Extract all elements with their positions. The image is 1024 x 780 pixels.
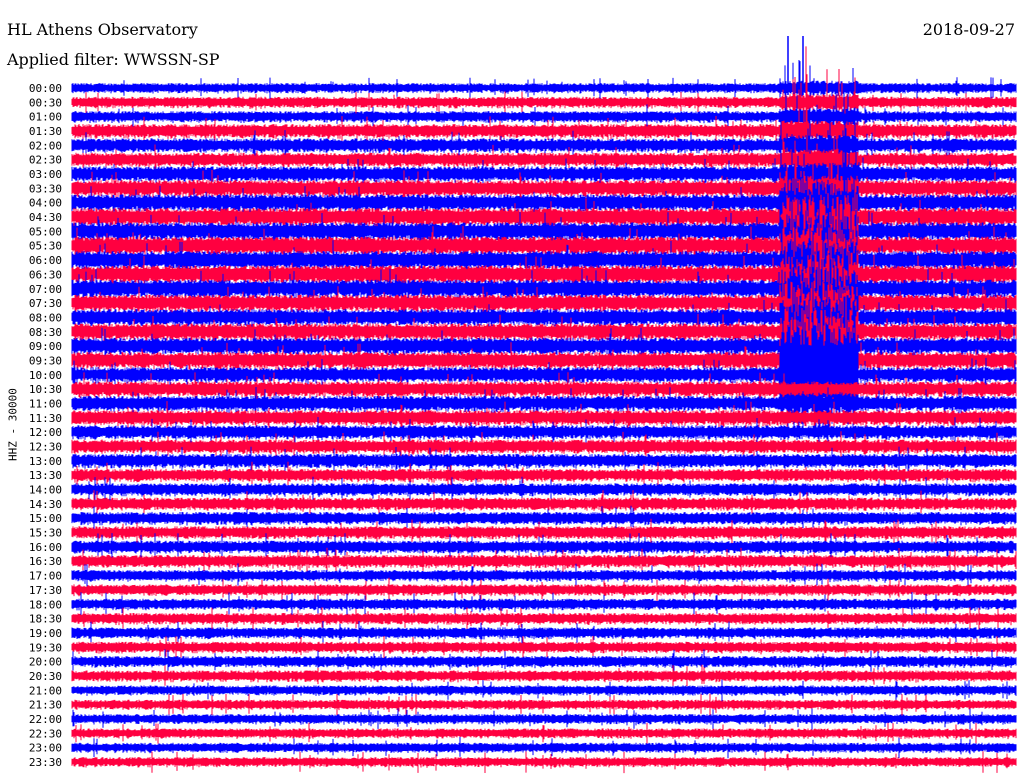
row-time-label: 04:30 [29, 211, 62, 224]
trace-row-2030 [71, 664, 1017, 687]
trace-row-2130 [71, 693, 1017, 718]
row-time-label: 12:00 [29, 426, 62, 439]
row-time-label: 12:30 [29, 441, 62, 454]
row-time-label: 11:00 [29, 397, 62, 410]
row-time-label: 15:00 [29, 512, 62, 525]
row-time-label: 09:00 [29, 340, 62, 353]
row-time-label: 23:00 [29, 742, 62, 755]
row-time-label: 18:00 [29, 598, 62, 611]
row-time-label: 02:30 [29, 154, 62, 167]
helicorder-plot: 00:0000:30 01:0001:3002:00 02:3003:0003:30… [29, 36, 1017, 774]
trace-row-2330 [71, 751, 1017, 774]
row-time-label: 13:00 [29, 455, 62, 468]
row-time-label: 23:30 [29, 756, 62, 769]
row-time-label: 13:30 [29, 469, 62, 482]
trace-row-1930 [71, 635, 1017, 660]
row-time-label: 16:30 [29, 555, 62, 568]
row-time-label: 14:00 [29, 484, 62, 497]
row-time-label: 21:30 [29, 699, 62, 712]
row-time-label: 07:00 [29, 283, 62, 296]
trace-row-0000 [71, 60, 1017, 118]
row-time-label: 16:00 [29, 541, 62, 554]
row-time-label: 09:30 [29, 354, 62, 367]
row-time-label: 10:00 [29, 369, 62, 382]
row-time-label: 21:00 [29, 684, 62, 697]
row-time-label: 05:30 [29, 240, 62, 253]
row-time-label: 03:00 [29, 168, 62, 181]
row-time-label: 06:00 [29, 254, 62, 267]
row-time-label: 20:00 [29, 656, 62, 669]
row-time-label: 08:00 [29, 311, 62, 324]
row-time-label: 19:00 [29, 627, 62, 640]
trace-row-1730 [71, 577, 1017, 602]
row-time-label: 06:30 [29, 268, 62, 281]
row-time-label: 11:30 [29, 412, 62, 425]
row-time-label: 02:00 [29, 139, 62, 152]
row-time-label: 19:30 [29, 641, 62, 654]
trace-row-1800 [71, 592, 1017, 617]
row-time-label: 00:00 [29, 82, 62, 95]
row-time-label: 18:30 [29, 613, 62, 626]
row-time-label: 08:30 [29, 326, 62, 339]
row-time-label: 01:00 [29, 111, 62, 124]
row-time-label: 03:30 [29, 182, 62, 195]
trace-row-2300 [71, 737, 1017, 759]
row-time-label: 22:30 [29, 727, 62, 740]
row-time-label: 04:00 [29, 197, 62, 210]
trace-row-1830 [71, 607, 1017, 632]
row-time-label: 14:30 [29, 498, 62, 511]
row-time-label: 00:30 [29, 96, 62, 109]
row-time-label: 17:30 [29, 584, 62, 597]
row-time-label: 07:30 [29, 297, 62, 310]
row-time-label: 10:30 [29, 383, 62, 396]
row-time-label: 20:30 [29, 670, 62, 683]
row-time-label: 05:00 [29, 225, 62, 238]
row-time-label: 15:30 [29, 527, 62, 540]
trace-row-2230 [71, 722, 1017, 745]
row-time-label: 01:30 [29, 125, 62, 138]
row-time-label: 17:00 [29, 570, 62, 583]
row-time-label: 22:00 [29, 713, 62, 726]
